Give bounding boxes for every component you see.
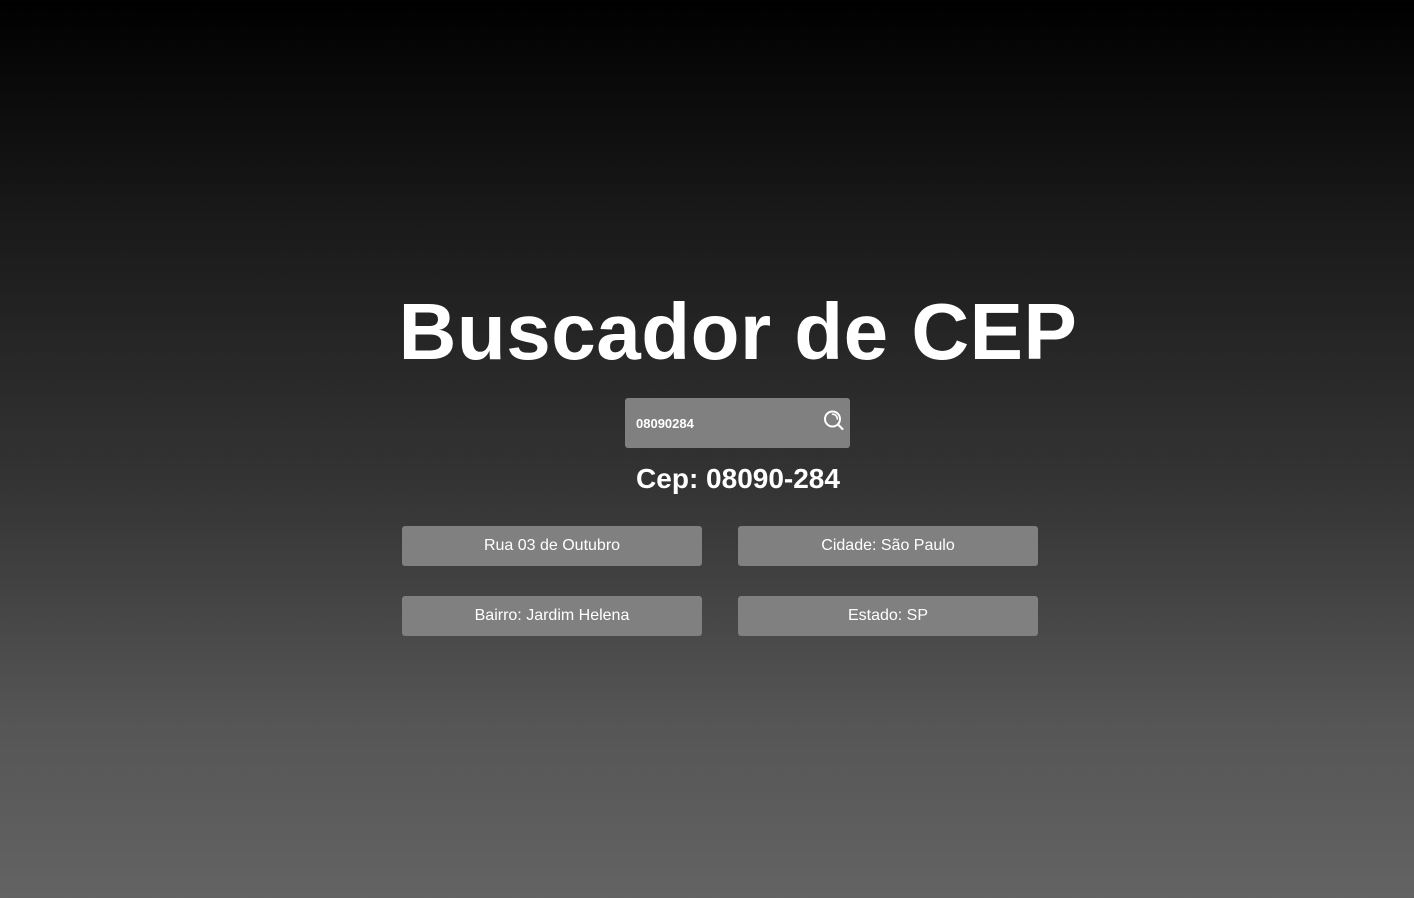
state-info: Estado: SP [738,596,1038,636]
cep-search-input[interactable] [625,398,815,448]
city-info: Cidade: São Paulo [738,526,1038,566]
search-button[interactable] [822,409,846,433]
page-title: Buscador de CEP [398,287,1078,376]
cep-result-label: Cep: 08090-284 [636,463,840,494]
neighborhood-info: Bairro: Jardim Helena [402,596,702,636]
search-icon [822,410,846,436]
search-box [625,398,850,448]
street-info: Rua 03 de Outubro [402,526,702,566]
